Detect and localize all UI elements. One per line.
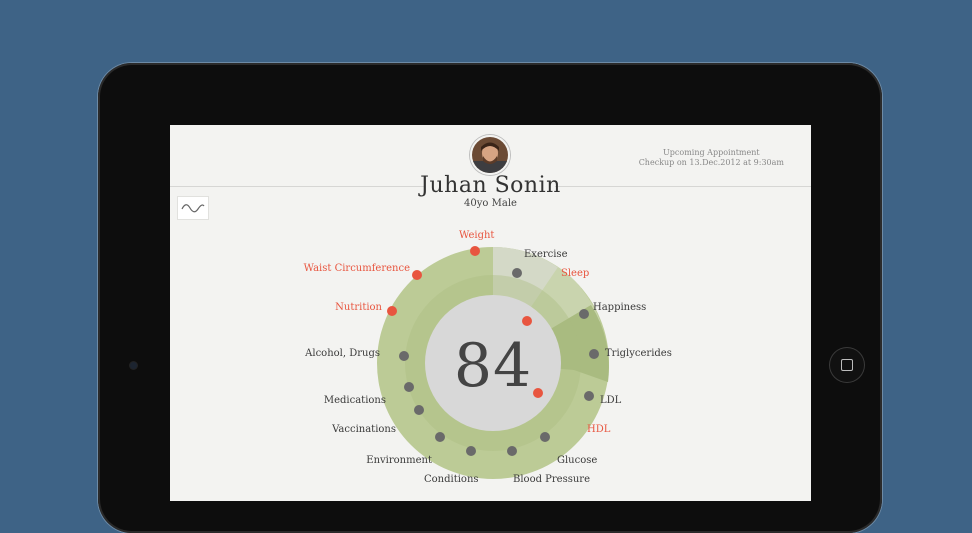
vaccinations-dot[interactable] (414, 405, 424, 415)
metric-label-nutrition[interactable]: Nutrition (292, 302, 382, 313)
conditions-dot[interactable] (466, 446, 476, 456)
blood-pressure-dot[interactable] (507, 446, 517, 456)
triglycerides-dot[interactable] (589, 349, 599, 359)
metric-label-glucose[interactable]: Glucose (557, 455, 597, 466)
metric-label-weight[interactable]: Weight (459, 230, 494, 241)
metric-label-sleep[interactable]: Sleep (561, 268, 589, 279)
health-score: 84 (453, 331, 533, 401)
health-score-wheel (377, 246, 609, 479)
happiness-dot[interactable] (579, 309, 589, 319)
waist-dot[interactable] (412, 270, 422, 280)
metric-label-environment[interactable]: Environment (342, 455, 432, 466)
glucose-dot[interactable] (540, 432, 550, 442)
sleep-dot[interactable] (522, 316, 532, 326)
home-square-icon (841, 359, 853, 371)
metric-label-happiness[interactable]: Happiness (593, 302, 646, 313)
camera-icon (130, 362, 137, 369)
exercise-dot[interactable] (512, 268, 522, 278)
metric-label-alcohol-drugs[interactable]: Alcohol, Drugs (290, 348, 380, 359)
home-button[interactable] (829, 347, 865, 383)
metric-label-hdl[interactable]: HDL (587, 424, 610, 435)
metric-label-conditions[interactable]: Conditions (424, 474, 479, 485)
metric-label-ldl[interactable]: LDL (600, 395, 621, 406)
weight-dot[interactable] (470, 246, 480, 256)
metric-label-triglycerides[interactable]: Triglycerides (605, 348, 672, 359)
ldl-dot[interactable] (584, 391, 594, 401)
metric-label-exercise[interactable]: Exercise (524, 249, 568, 260)
medications-dot[interactable] (404, 382, 414, 392)
alcohol-drugs-dot[interactable] (399, 351, 409, 361)
nutrition-dot[interactable] (387, 306, 397, 316)
app-screen: Juhan Sonin 40yo Male Upcoming Appointme… (170, 125, 811, 501)
environment-dot[interactable] (435, 432, 445, 442)
metric-label-vaccinations[interactable]: Vaccinations (306, 424, 396, 435)
metric-label-blood-pressure[interactable]: Blood Pressure (513, 474, 590, 485)
metric-label-medications[interactable]: Medications (296, 395, 386, 406)
metric-label-waist[interactable]: Waist Circumference (290, 263, 410, 274)
